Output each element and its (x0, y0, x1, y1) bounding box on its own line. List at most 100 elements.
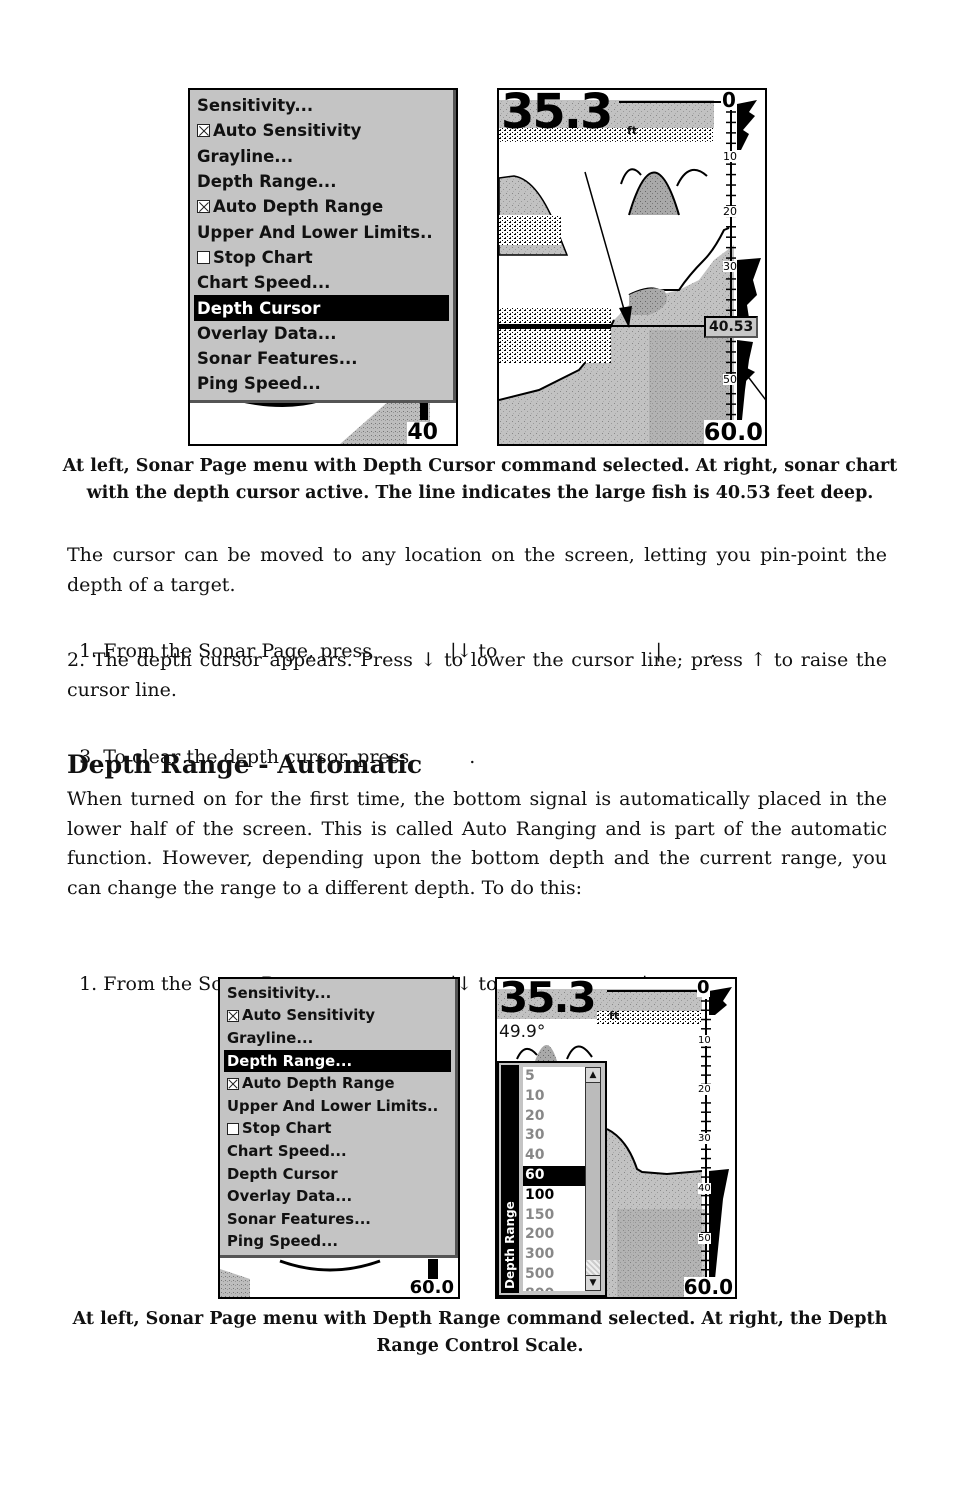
menu-item-label: Auto Sensitivity (242, 1007, 376, 1025)
menu-item-upper-and-lower-limits[interactable]: Upper And Lower Limits.. (224, 1095, 451, 1118)
depth-range-option[interactable]: 10 (523, 1087, 587, 1107)
depth-reading: 35.3 (501, 88, 613, 140)
menu-item-label: Stop Chart (213, 247, 313, 267)
menu-item-stop-chart[interactable]: Stop Chart (224, 1118, 451, 1141)
water-temperature: 49.9° (499, 1022, 546, 1042)
sonar-chart-depth-range: 35.3 ft 49.9° 0 10 20 30 40 50 60.0 Dept… (495, 977, 737, 1299)
depth-range-scrollbar[interactable]: ▲ ▼ (585, 1067, 601, 1291)
menu-item-label: Grayline... (197, 146, 294, 166)
figure-caption-bottom: At left, Sonar Page menu with Depth Rang… (72, 1309, 888, 1356)
menu-item-sonar-features[interactable]: Sonar Features... (224, 1208, 451, 1231)
checkbox-checked-icon[interactable] (227, 1009, 239, 1022)
menu-item-depth-range[interactable]: Depth Range... (194, 169, 449, 194)
sonar-page-menu: Sensitivity... Auto Sensitivity Grayline..… (190, 90, 456, 403)
menu-item-label: Upper And Lower Limits.. (227, 1097, 439, 1115)
menu-screenshot-depth-cursor: Sensitivity... Auto Sensitivity Grayline..… (188, 88, 458, 446)
menu-item-auto-depth-range[interactable]: Auto Depth Range (224, 1072, 451, 1095)
menu-item-sonar-features[interactable]: Sonar Features... (194, 346, 449, 371)
menu-item-overlay-data[interactable]: Overlay Data... (224, 1185, 451, 1208)
scroll-down-icon[interactable]: ▼ (586, 1275, 600, 1290)
depth-range-option[interactable]: 5 (523, 1067, 587, 1087)
menu-item-label: Chart Speed... (227, 1142, 347, 1160)
menu-item-ping-speed[interactable]: Ping Speed... (224, 1231, 451, 1254)
menu-item-depth-range[interactable]: Depth Range... (224, 1049, 451, 1073)
menu-item-label: Depth Range... (227, 1052, 353, 1070)
depth-range-option[interactable]: 20 (523, 1107, 587, 1127)
menu-item-auto-sensitivity[interactable]: Auto Sensitivity (194, 118, 449, 143)
scale-label-20: 20 (723, 205, 737, 218)
menu-item-label: Sonar Features... (227, 1210, 371, 1228)
checkbox-checked-icon[interactable] (197, 124, 210, 138)
menu-item-label: Chart Speed... (197, 273, 331, 293)
menu-item-label: Grayline... (227, 1029, 314, 1047)
depth-range-title: Depth Range (503, 1201, 517, 1289)
menu-item-label: Auto Sensitivity (213, 121, 362, 141)
range-label: 60.0 (683, 1275, 733, 1299)
menu-item-depth-cursor[interactable]: Depth Cursor (194, 295, 449, 321)
scroll-up-icon[interactable]: ▲ (586, 1068, 600, 1083)
menu-item-label: Stop Chart (242, 1120, 332, 1138)
intro-paragraph: The cursor can be moved to any location … (67, 544, 887, 596)
menu-item-depth-cursor[interactable]: Depth Cursor (224, 1163, 451, 1186)
depth-range-options[interactable]: 51020304060100150200300500800 (523, 1067, 587, 1291)
scale-label-30: 30 (698, 1133, 711, 1144)
depth-range-option[interactable]: 200 (523, 1225, 587, 1245)
scale-label-50: 50 (698, 1233, 711, 1244)
checkbox-unchecked-icon[interactable] (197, 250, 210, 264)
scale-label-20: 20 (698, 1084, 711, 1095)
menu-screenshot-depth-range: Sensitivity... Auto Sensitivity Grayline..… (218, 977, 460, 1299)
menu-item-label: Auto Depth Range (242, 1075, 395, 1093)
menu-item-label: Sensitivity... (227, 984, 332, 1002)
menu-item-auto-depth-range[interactable]: Auto Depth Range (194, 194, 449, 219)
menu-item-auto-sensitivity[interactable]: Auto Sensitivity (224, 1005, 451, 1028)
menu-item-label: Ping Speed... (227, 1233, 338, 1251)
range-label: 40 (407, 420, 438, 445)
cursor-step-2: 2. The depth cursor appears. Press ↓ to … (67, 649, 887, 701)
depth-range-option[interactable]: 150 (523, 1206, 587, 1226)
menu-item-chart-speed[interactable]: Chart Speed... (194, 270, 449, 295)
menu-item-sensitivity[interactable]: Sensitivity... (224, 982, 451, 1005)
scroll-thumb[interactable] (586, 1260, 600, 1276)
menu-item-label: Upper And Lower Limits.. (197, 222, 433, 242)
checkbox-checked-icon[interactable] (227, 1077, 239, 1090)
sonar-page-menu: Sensitivity... Auto Sensitivity Grayline..… (220, 979, 458, 1258)
menu-item-label: Overlay Data... (227, 1188, 353, 1206)
depth-range-paragraph: When turned on for the first time, the b… (67, 788, 887, 899)
step-end: . (469, 746, 476, 768)
range-label: 60.0 (409, 1277, 454, 1298)
section-heading: Depth Range - Automatic (67, 750, 423, 779)
scale-label-0: 0 (722, 88, 736, 112)
scale-label-30: 30 (723, 260, 737, 273)
menu-item-ping-speed[interactable]: Ping Speed... (194, 371, 449, 396)
checkbox-checked-icon[interactable] (197, 200, 210, 214)
depth-range-option[interactable]: 60 (523, 1165, 587, 1186)
menu-item-label: Auto Depth Range (213, 197, 384, 217)
depth-range-option[interactable]: 300 (523, 1245, 587, 1265)
menu-item-label: Sonar Features... (197, 349, 358, 369)
menu-item-grayline[interactable]: Grayline... (224, 1027, 451, 1050)
menu-item-overlay-data[interactable]: Overlay Data... (194, 321, 449, 346)
depth-range-option[interactable]: 100 (523, 1186, 587, 1206)
depth-range-control[interactable]: Depth Range 5102030406010015020030050080… (497, 1061, 607, 1297)
scale-label-50: 50 (723, 373, 737, 386)
depth-range-option[interactable]: 500 (523, 1265, 587, 1285)
range-label: 60.0 (703, 418, 763, 446)
menu-item-label: Overlay Data... (197, 323, 337, 343)
depth-reading: 35.3 (499, 977, 597, 1022)
depth-range-option[interactable]: 30 (523, 1126, 587, 1146)
menu-item-chart-speed[interactable]: Chart Speed... (224, 1140, 451, 1163)
menu-item-grayline[interactable]: Grayline... (194, 144, 449, 169)
menu-item-label: Depth Cursor (227, 1165, 338, 1183)
figure-caption-top: At left, Sonar Page menu with Depth Curs… (62, 456, 898, 503)
menu-item-upper-and-lower-limits[interactable]: Upper And Lower Limits.. (194, 219, 449, 244)
depth-range-option[interactable]: 40 (523, 1146, 587, 1166)
depth-unit: ft (627, 124, 638, 137)
checkbox-unchecked-icon[interactable] (227, 1122, 239, 1135)
menu-item-stop-chart[interactable]: Stop Chart (194, 245, 449, 270)
depth-unit: ft (609, 1009, 620, 1022)
scale-label-40: 40 (698, 1183, 711, 1194)
scale-label-0: 0 (697, 977, 710, 998)
depth-range-option[interactable]: 800 (523, 1285, 587, 1291)
menu-item-label: Depth Cursor (197, 298, 321, 318)
menu-item-sensitivity[interactable]: Sensitivity... (194, 93, 449, 118)
